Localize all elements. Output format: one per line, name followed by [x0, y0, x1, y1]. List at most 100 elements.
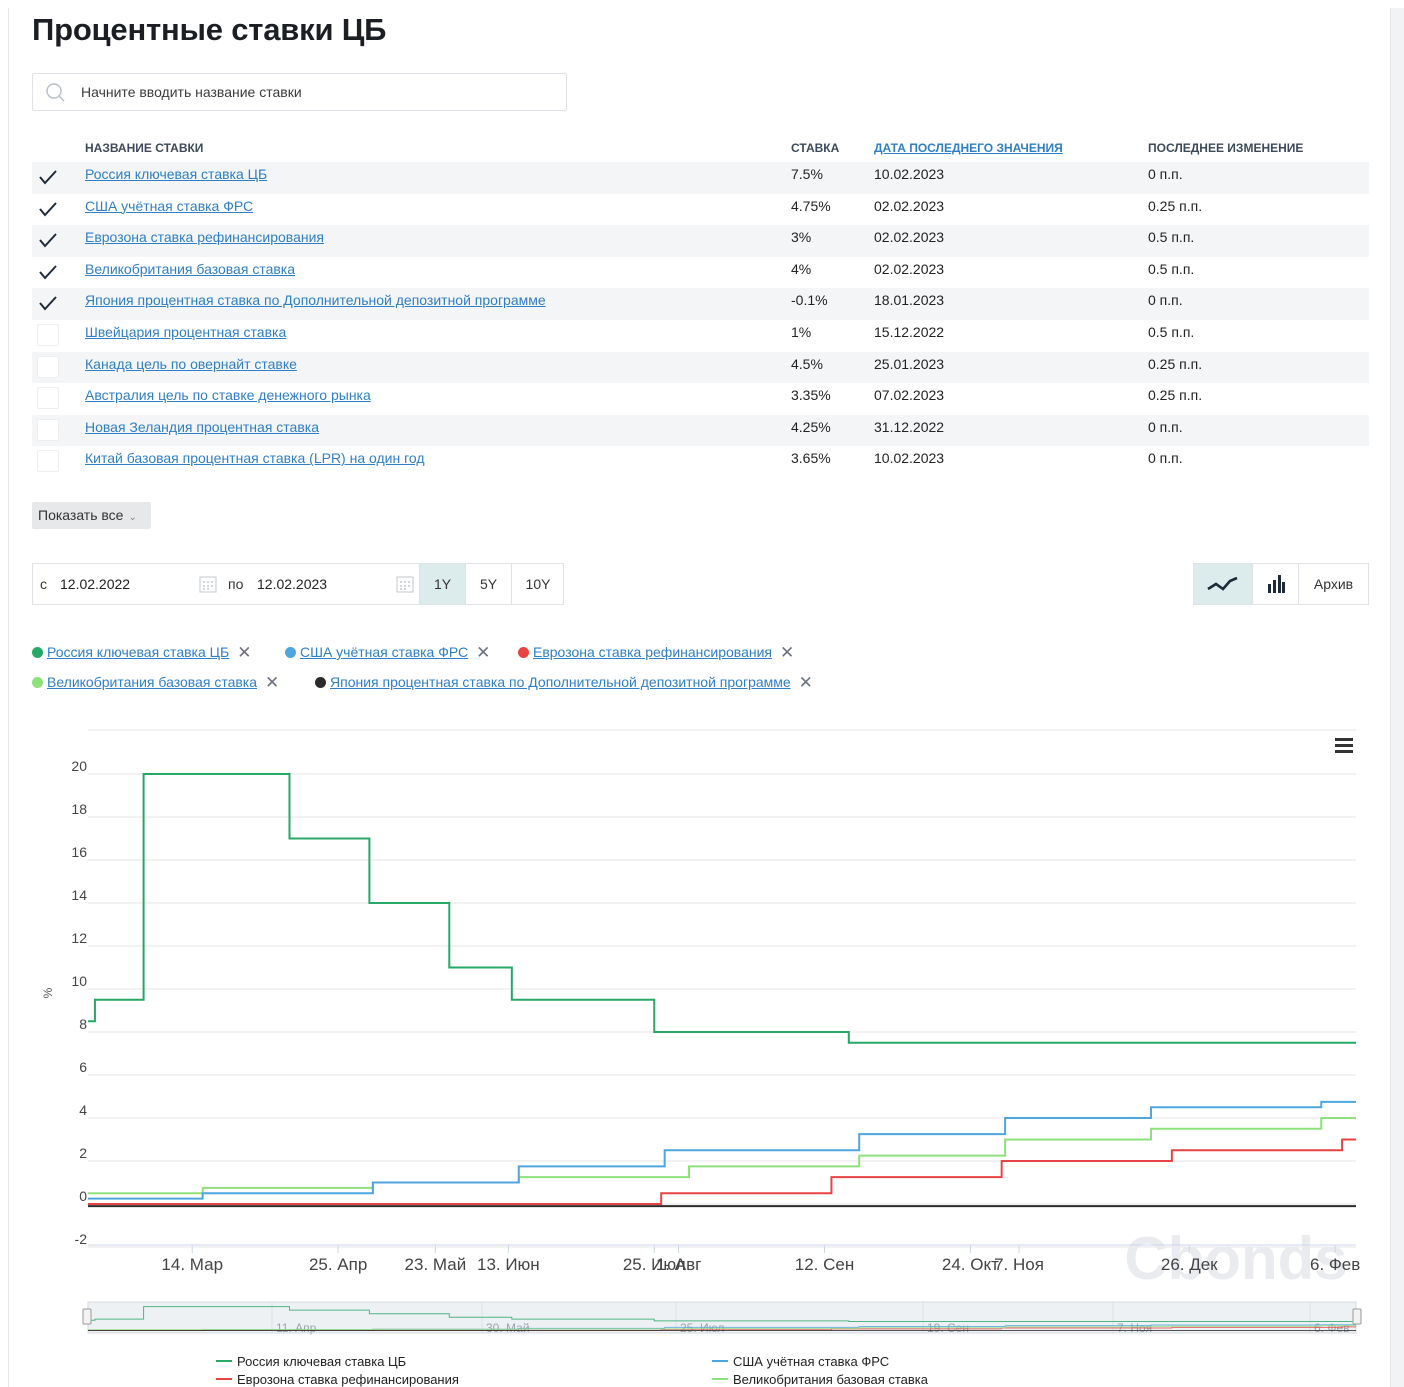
table-row: Новая Зеландия процентная ставка 4.25% 31.…	[32, 414, 1369, 447]
legend-series-link[interactable]: США учётная ставка ФРС	[300, 644, 468, 660]
chart-menu-icon[interactable]	[1335, 738, 1353, 753]
row-checkbox[interactable]	[37, 166, 59, 188]
y-tick-label: 10	[71, 973, 87, 989]
remove-series-icon[interactable]: ✕	[780, 643, 794, 662]
scrollbar[interactable]	[1390, 8, 1404, 1387]
rate-change: 0.5 п.п.	[1148, 229, 1195, 246]
table-header: НАЗВАНИЕ СТАВКИ СТАВКА ДАТА ПОСЛЕДНЕГО З…	[32, 136, 1369, 162]
line-chart-button[interactable]	[1194, 564, 1252, 604]
rate-name-link[interactable]: Канада цель по овернайт ставке	[85, 356, 297, 372]
archive-button[interactable]: Архив	[1298, 564, 1368, 604]
y-tick-label: 12	[71, 930, 87, 946]
rate-date: 10.02.2023	[874, 166, 945, 182]
legend-chip: Еврозона ставка рефинансирования ✕	[518, 643, 794, 663]
rate-value: -0.1%	[791, 292, 828, 309]
y-tick-label: 16	[71, 844, 87, 860]
rate-name-link[interactable]: США учётная ставка ФРС	[85, 198, 253, 214]
period-5y-button[interactable]: 5Y	[465, 564, 511, 604]
column-header-date[interactable]: ДАТА ПОСЛЕДНЕГО ЗНАЧЕНИЯ	[874, 141, 1063, 155]
from-date-input[interactable]: 12.02.2022	[60, 576, 130, 592]
period-1y-button[interactable]: 1Y	[419, 564, 465, 604]
rate-change: 0 п.п.	[1148, 166, 1183, 182]
remove-series-icon[interactable]: ✕	[799, 673, 813, 692]
row-checkbox[interactable]	[37, 450, 59, 473]
chart-view-controls: Архив	[1193, 563, 1369, 605]
chevron-down-icon: ⌄	[128, 512, 137, 523]
checkmark-icon	[39, 296, 57, 311]
x-tick-label: 24. Окт	[942, 1255, 999, 1274]
search-icon	[46, 83, 65, 102]
rate-date: 02.02.2023	[874, 260, 945, 277]
rate-value: 4.75%	[791, 197, 831, 214]
legend-item[interactable]: Великобритания базовая ставка	[733, 1372, 929, 1387]
search-box[interactable]	[32, 73, 567, 111]
rate-name-link[interactable]: Япония процентная ставка по Дополнительн…	[85, 292, 546, 308]
y-tick-label: 8	[79, 1016, 87, 1032]
remove-series-icon[interactable]: ✕	[476, 643, 490, 662]
bar-chart-icon	[1267, 575, 1285, 593]
x-tick-label: 7. Ноя	[994, 1255, 1044, 1274]
legend-chip: Россия ключевая ставка ЦБ ✕	[32, 643, 251, 663]
x-tick-label: 23. Май	[405, 1255, 467, 1274]
column-header-name[interactable]: НАЗВАНИЕ СТАВКИ	[85, 141, 203, 155]
legend-item[interactable]: Россия ключевая ставка ЦБ	[237, 1354, 406, 1369]
table-row: Япония процентная ставка по Дополнительн…	[32, 288, 1369, 320]
rate-name-link[interactable]: Швейцария процентная ставка	[85, 324, 286, 340]
row-checkbox[interactable]	[37, 355, 59, 378]
rate-name-link[interactable]: Россия ключевая ставка ЦБ	[85, 166, 267, 182]
legend-series-link[interactable]: Россия ключевая ставка ЦБ	[47, 644, 229, 660]
legend-item[interactable]: США учётная ставка ФРС	[733, 1354, 889, 1369]
calendar-icon[interactable]	[199, 575, 217, 593]
rates-chart: -2 0 2 4 6 8 10 12 14 16 18 20% Cbonds 14. Мар 25. Апр…	[0, 725, 1390, 1387]
table-row: Австралия цель по ставке денежного рынка…	[32, 383, 1369, 415]
column-header-rate[interactable]: СТАВКА	[791, 141, 839, 155]
show-all-button[interactable]: Показать все ⌄	[32, 502, 151, 529]
row-checkbox[interactable]	[37, 323, 59, 346]
y-tick-label: 18	[71, 801, 87, 817]
rate-name-link[interactable]: Австралия цель по ставке денежного рынка	[85, 387, 371, 403]
checkmark-icon	[39, 265, 57, 280]
legend-series-link[interactable]: Еврозона ставка рефинансирования	[533, 644, 772, 660]
bar-chart-button[interactable]	[1252, 564, 1298, 604]
legend-series-link[interactable]: Япония процентная ставка по Дополнительн…	[330, 674, 791, 690]
row-checkbox[interactable]	[37, 292, 59, 314]
remove-series-icon[interactable]: ✕	[237, 643, 251, 662]
navigator-handle[interactable]	[1352, 1308, 1362, 1325]
y-tick-label: 6	[79, 1059, 87, 1075]
rate-name-link[interactable]: Великобритания базовая ставка	[85, 261, 295, 277]
y-tick-label: 2	[79, 1145, 87, 1161]
legend-chip: Япония процентная ставка по Дополнительн…	[315, 673, 813, 693]
search-input[interactable]	[81, 74, 551, 110]
rate-date: 31.12.2022	[874, 418, 945, 435]
row-checkbox[interactable]	[37, 261, 59, 283]
rate-date: 15.12.2022	[874, 323, 945, 340]
legend-item[interactable]: Еврозона ставка рефинансирования	[237, 1372, 459, 1387]
rate-change: 0.25 п.п.	[1148, 355, 1203, 372]
series-line	[88, 1117, 1356, 1195]
rate-date: 02.02.2023	[874, 197, 945, 214]
rate-change: 0.5 п.п.	[1148, 323, 1195, 340]
calendar-icon[interactable]	[396, 575, 414, 593]
row-checkbox[interactable]	[37, 418, 59, 441]
table-row: Россия ключевая ставка ЦБ 7.5% 10.02.2023 0…	[32, 162, 1369, 194]
rate-value: 3.65%	[791, 450, 831, 467]
to-date-input[interactable]: 12.02.2023	[257, 576, 327, 592]
navigator-handle[interactable]	[82, 1308, 92, 1325]
remove-series-icon[interactable]: ✕	[265, 673, 279, 692]
rate-date: 18.01.2023	[874, 292, 945, 309]
row-checkbox[interactable]	[37, 387, 59, 410]
legend-series-link[interactable]: Великобритания базовая ставка	[47, 674, 257, 690]
rates-table: НАЗВАНИЕ СТАВКИ СТАВКА ДАТА ПОСЛЕДНЕГО З…	[32, 136, 1369, 478]
rate-name-link[interactable]: Еврозона ставка рефинансирования	[85, 229, 324, 245]
row-checkbox[interactable]	[37, 198, 59, 220]
column-header-change[interactable]: ПОСЛЕДНЕЕ ИЗМЕНЕНИЕ	[1148, 141, 1303, 155]
row-checkbox[interactable]	[37, 229, 59, 251]
y-tick-label: 4	[79, 1102, 87, 1118]
rate-name-link[interactable]: Китай базовая процентная ставка (LPR) на…	[85, 450, 425, 466]
line-chart-icon	[1207, 576, 1238, 591]
period-10y-button[interactable]: 10Y	[511, 564, 564, 604]
x-tick-label: 14. Мар	[161, 1255, 223, 1274]
rate-name-link[interactable]: Новая Зеландия процентная ставка	[85, 419, 319, 435]
table-row: США учётная ставка ФРС 4.75% 02.02.2023 0.2…	[32, 194, 1369, 226]
rate-value: 7.5%	[791, 166, 823, 182]
